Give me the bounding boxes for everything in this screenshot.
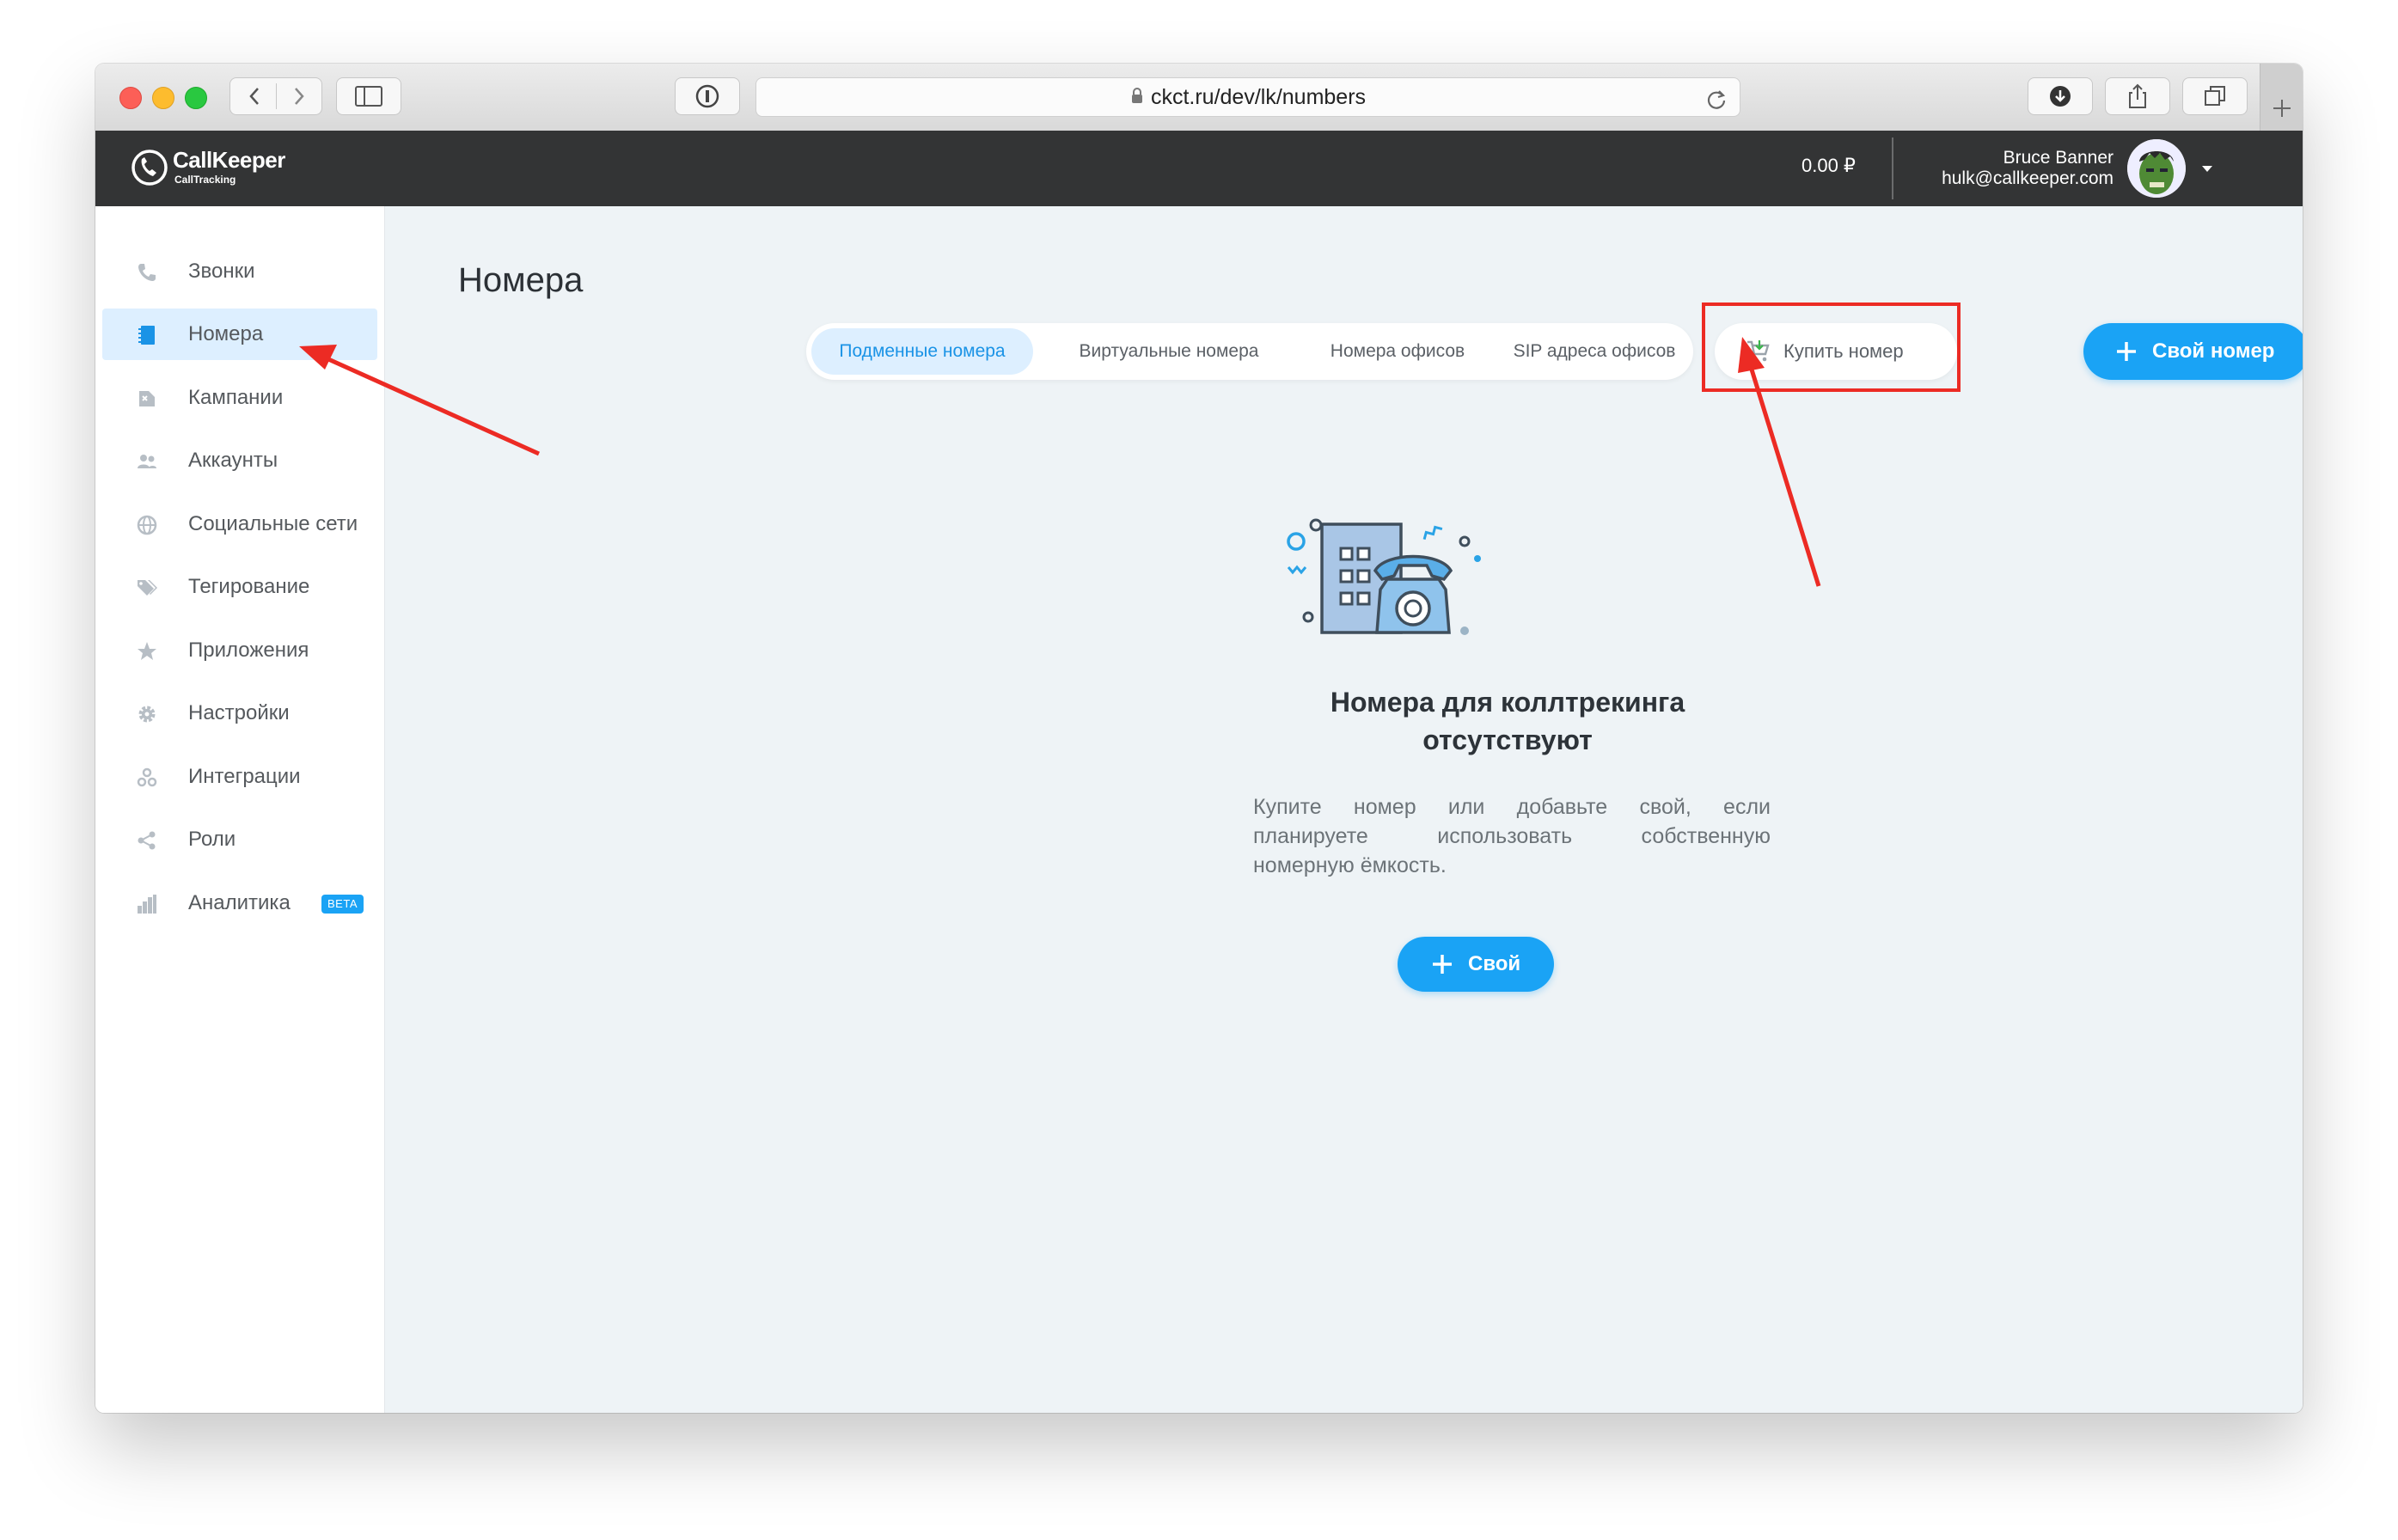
own-button-label: Свой: [1468, 952, 1521, 975]
empty-state-text-line3: номерную ёмкость.: [1253, 853, 1447, 877]
balance[interactable]: 0.00 ₽: [1802, 155, 1856, 177]
sidebar-item-label: Номера: [188, 322, 264, 345]
tab-substitute-numbers[interactable]: Подменные номера: [811, 328, 1033, 375]
callkeeper-logo-icon[interactable]: [130, 148, 169, 187]
user-name: Bruce Banner: [2003, 148, 2114, 168]
sidebar-item-label: Роли: [188, 828, 236, 851]
beta-badge: BETA: [321, 895, 364, 914]
browser-window: ckct.ru/dev/lk/numbers CallKeeper CallTr…: [95, 64, 2303, 1413]
main-content: Номера Подменные номера Виртуальные номе…: [385, 206, 2303, 1413]
minimize-window-button[interactable]: [152, 87, 174, 109]
sidebar: Звонки Номера Кампании Аккаунты Социальн…: [95, 206, 385, 1413]
sidebar-item-settings[interactable]: Настройки: [102, 688, 377, 739]
bar-chart-icon: [138, 895, 156, 914]
sidebar-item-apps[interactable]: Приложения: [102, 625, 377, 676]
tab-office-numbers[interactable]: Номера офисов: [1300, 328, 1496, 375]
plus-icon: [1433, 955, 1452, 974]
phone-icon: [138, 264, 156, 281]
numbers-tabs: Подменные номера Виртуальные номера Номе…: [806, 323, 1693, 380]
sidebar-item-social[interactable]: Социальные сети: [102, 498, 377, 550]
app-header: CallKeeper CallTracking 0.00 ₽ Bruce Ban…: [95, 131, 2303, 206]
sidebar-item-integrations[interactable]: Интеграции: [102, 751, 377, 803]
logo-subtitle: CallTracking: [174, 174, 236, 186]
forward-icon[interactable]: [293, 87, 305, 106]
sidebar-item-analytics[interactable]: Аналитика BETA: [102, 877, 377, 929]
tags-icon: [138, 580, 157, 596]
campaign-icon: [139, 391, 155, 406]
tabs-overview-button[interactable]: [2182, 77, 2248, 115]
integrations-icon: [137, 767, 157, 787]
user-email: hulk@callkeeper.com: [1942, 168, 2114, 188]
tab-virtual-numbers[interactable]: Виртуальные номера: [1038, 328, 1300, 375]
sidebar-item-label: Социальные сети: [188, 512, 358, 535]
new-tab-button[interactable]: [2260, 64, 2303, 131]
sidebar-toggle-button[interactable]: [336, 77, 401, 115]
annotation-highlight-box: [1702, 302, 1961, 392]
own-number-label: Свой номер: [2152, 339, 2275, 363]
close-window-button[interactable]: [119, 87, 142, 109]
sidebar-item-label: Кампании: [188, 386, 284, 409]
empty-state-text-line2: планируете использовать собственную: [1253, 824, 1771, 848]
gear-icon: [138, 706, 156, 723]
address-bar[interactable]: ckct.ru/dev/lk/numbers: [755, 77, 1740, 117]
empty-state-illustration: [1284, 517, 1490, 641]
user-info[interactable]: Bruce Banner hulk@callkeeper.com: [1942, 148, 2114, 189]
lock-icon: [1130, 79, 1144, 117]
sidebar-icon: [355, 86, 382, 107]
sidebar-item-tagging[interactable]: Тегирование: [102, 561, 377, 613]
password-manager-button[interactable]: [675, 77, 740, 115]
own-button[interactable]: Свой: [1398, 937, 1554, 992]
browser-toolbar: ckct.ru/dev/lk/numbers: [95, 64, 2303, 131]
reload-icon[interactable]: [1705, 85, 1728, 123]
download-icon: [2050, 86, 2071, 107]
history-nav: [229, 77, 322, 115]
downloads-button[interactable]: [2028, 77, 2093, 115]
url-text: ckct.ru/dev/lk/numbers: [1150, 85, 1367, 109]
avatar[interactable]: [2127, 139, 2186, 198]
sidebar-item-label: Звонки: [188, 260, 255, 283]
sidebar-item-label: Тегирование: [188, 575, 310, 598]
tab-sip-addresses[interactable]: SIP адреса офисов: [1496, 328, 1693, 375]
logo-text: CallKeeper: [173, 148, 285, 172]
sidebar-item-label: Приложения: [188, 639, 309, 662]
maximize-window-button[interactable]: [185, 87, 207, 109]
globe-icon: [137, 515, 157, 535]
tabs-icon: [2205, 86, 2225, 106]
onepassword-icon: [695, 84, 719, 108]
sidebar-item-label: Интеграции: [188, 765, 301, 788]
empty-state-text-line1: Купите номер или добавьте свой, если: [1253, 795, 1771, 819]
sidebar-item-label: Настройки: [188, 701, 290, 724]
accounts-icon: [138, 455, 156, 468]
sidebar-item-accounts[interactable]: Аккаунты: [102, 435, 377, 486]
sidebar-item-numbers[interactable]: Номера: [102, 309, 377, 360]
page-title: Номера: [458, 261, 584, 299]
numbers-book-icon: [138, 326, 155, 345]
sidebar-item-campaigns[interactable]: Кампании: [102, 372, 377, 424]
empty-state-title-line1: Номера для коллтрекинга: [1330, 687, 1685, 718]
sidebar-item-calls[interactable]: Звонки: [102, 246, 377, 297]
empty-state-title-line2: отсутствуют: [1422, 724, 1593, 755]
share-button[interactable]: [2105, 77, 2170, 115]
plus-icon: [2117, 342, 2136, 361]
plus-icon: [2273, 100, 2291, 117]
header-divider: [1892, 138, 1893, 199]
own-number-button[interactable]: Свой номер: [2083, 323, 2303, 380]
empty-state-title: Номера для коллтрекинга отсутствуют: [1250, 683, 1765, 759]
share-icon: [2129, 83, 2146, 108]
sidebar-item-label: Аккаунты: [188, 449, 278, 472]
sidebar-item-roles[interactable]: Роли: [102, 814, 377, 865]
chevron-down-icon[interactable]: [2201, 165, 2213, 174]
star-icon: [138, 642, 156, 660]
sidebar-item-label: Аналитика: [188, 891, 291, 914]
back-icon[interactable]: [248, 87, 260, 106]
share-icon: [138, 831, 156, 850]
empty-state-text: Купите номер или добавьте свой, если пла…: [1253, 792, 1771, 880]
logo-name: CallKeeper: [173, 147, 285, 173]
